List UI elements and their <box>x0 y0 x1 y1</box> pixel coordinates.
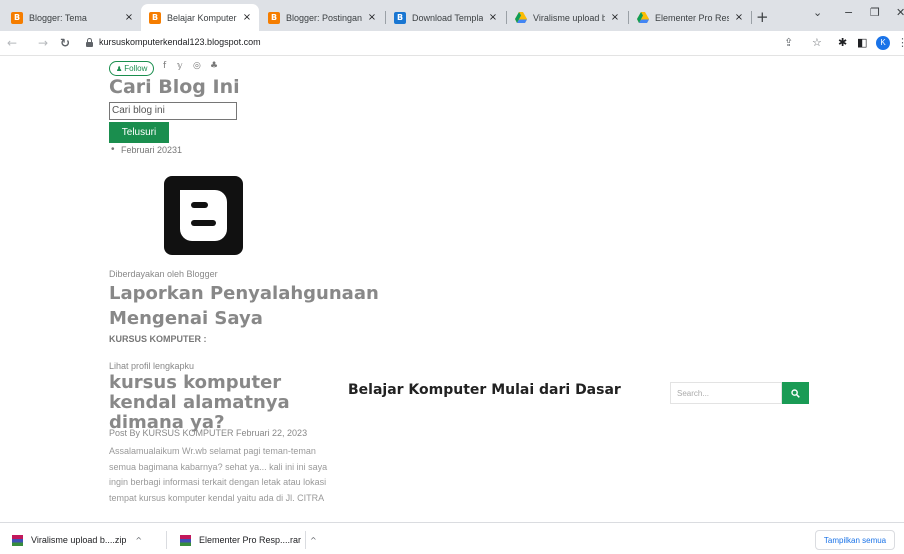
tab-title: Blogger: Tema <box>29 12 87 23</box>
blog-search-input[interactable]: Cari blog ini <box>109 102 237 120</box>
chevron-up-icon[interactable]: ^ <box>135 536 142 545</box>
header-search-input[interactable]: Search... <box>670 382 782 404</box>
person-icon: ♟ <box>116 64 123 73</box>
google-drive-icon <box>515 12 527 24</box>
close-icon[interactable]: × <box>609 12 621 23</box>
winrar-archive-icon <box>12 534 23 546</box>
search-button[interactable]: Telusuri <box>109 122 169 143</box>
download-separator <box>305 531 306 549</box>
header-search-button[interactable] <box>782 382 809 404</box>
blogger-template-icon: B <box>394 11 406 24</box>
minimize-button[interactable]: − <box>844 6 853 19</box>
page-content: ♟ Follow f 𝕪 ◎ ♣ Cari Blog Ini Cari blog… <box>0 56 904 522</box>
archive-link[interactable]: Februari 20231 <box>111 144 182 155</box>
blogger-icon: B <box>268 11 280 24</box>
chevron-up-icon[interactable]: ^ <box>310 536 317 545</box>
facebook-icon[interactable]: f <box>163 61 166 71</box>
post-excerpt: Assalamualaikum Wr.wb selamat pagi teman… <box>109 446 328 503</box>
google-drive-icon <box>637 12 649 24</box>
tab-title: Blogger: Postingan <box>286 12 362 23</box>
download-filename: Viralisme upload b....zip <box>31 535 127 545</box>
tab-strip: B Blogger: Tema × B Belajar Komputer Mul… <box>0 0 904 31</box>
new-tab-button[interactable]: + <box>756 8 769 26</box>
blogger-icon: B <box>11 11 23 24</box>
lock-icon[interactable] <box>86 38 93 47</box>
back-button[interactable]: ← <box>7 36 17 50</box>
post-title[interactable]: kursus komputer kendal alamatnya dimana … <box>109 373 339 433</box>
download-item-viralisme[interactable]: Viralisme upload b....zip ^ <box>12 530 142 550</box>
profile-avatar[interactable]: K <box>876 36 890 50</box>
extensions-icon[interactable]: ✱ <box>838 36 847 49</box>
tab-viralisme-upload[interactable]: Viralisme upload by ver × <box>507 4 627 31</box>
side-panel-icon[interactable]: ◧ <box>857 36 867 49</box>
close-icon[interactable]: × <box>241 12 253 23</box>
tab-belajar-komputer[interactable]: B Belajar Komputer Mulai × <box>141 4 259 31</box>
tab-search-chevron-icon[interactable]: ⌄ <box>813 6 822 19</box>
share-icon[interactable]: ⇪ <box>784 36 793 49</box>
close-icon[interactable]: × <box>123 12 135 23</box>
download-bar: Viralisme upload b....zip ^ Elementer Pr… <box>0 522 904 554</box>
tab-download-template[interactable]: B Download Template Blo × <box>386 4 505 31</box>
menu-icon[interactable]: ⋮ <box>897 36 904 49</box>
blogger-icon: B <box>149 11 161 24</box>
search-icon <box>791 388 800 398</box>
tab-title: Download Template Blo <box>412 12 483 23</box>
address-url[interactable]: kursuskomputerkendal123.blogspot.com <box>99 37 261 47</box>
about-me-heading: Mengenai Saya <box>109 308 263 329</box>
restore-button[interactable]: ❐ <box>870 6 880 19</box>
window-close-button[interactable]: ✕ <box>896 6 904 19</box>
twitter-icon[interactable]: 𝕪 <box>177 61 183 71</box>
download-filename: Elementer Pro Resp....rar <box>199 535 302 545</box>
download-separator <box>166 531 167 549</box>
forward-button[interactable]: → <box>38 36 48 50</box>
reload-button[interactable]: ↻ <box>60 36 70 50</box>
close-icon[interactable]: × <box>733 12 745 23</box>
tab-blogger-postingan[interactable]: B Blogger: Postingan × <box>260 4 384 31</box>
search-widget-title: Cari Blog Ini <box>109 76 240 98</box>
view-profile-link[interactable]: Lihat profil lengkapku <box>109 361 194 371</box>
blog-title[interactable]: Belajar Komputer Mulai dari Dasar <box>348 382 621 398</box>
winrar-archive-icon <box>180 534 191 546</box>
follow-button[interactable]: ♟ Follow <box>109 61 155 76</box>
tab-elementer-pro[interactable]: Elementer Pro Respons × <box>629 4 751 31</box>
browser-window: B Blogger: Tema × B Belajar Komputer Mul… <box>0 0 904 554</box>
download-item-elementer[interactable]: Elementer Pro Resp....rar ^ <box>180 530 317 550</box>
instagram-icon[interactable]: ◎ <box>193 61 201 71</box>
report-abuse-heading: Laporkan Penyalahgunaan <box>109 283 379 304</box>
blogger-logo[interactable] <box>164 176 243 255</box>
author-name[interactable]: KURSUS KOMPUTER : <box>109 334 207 344</box>
tab-title: Elementer Pro Respons <box>655 12 729 23</box>
youtube-icon[interactable]: ♣ <box>210 61 218 71</box>
bookmark-star-icon[interactable]: ☆ <box>812 36 822 49</box>
post-meta: Post By KURSUS KOMPUTER Februari 22, 202… <box>109 428 308 438</box>
follow-label: Follow <box>124 64 148 73</box>
tab-title: Belajar Komputer Mulai <box>167 12 237 23</box>
close-icon[interactable]: × <box>487 12 499 23</box>
address-toolbar: ← → ↻ kursuskomputerkendal123.blogspot.c… <box>0 31 904 56</box>
close-icon[interactable]: × <box>366 12 378 23</box>
tab-blogger-tema[interactable]: B Blogger: Tema × <box>3 4 141 31</box>
tab-separator <box>751 11 752 24</box>
powered-by-blogger[interactable]: Diberdayakan oleh Blogger <box>109 269 218 279</box>
tab-title: Viralisme upload by ver <box>533 12 605 23</box>
show-all-downloads-button[interactable]: Tampilkan semua <box>815 530 895 550</box>
